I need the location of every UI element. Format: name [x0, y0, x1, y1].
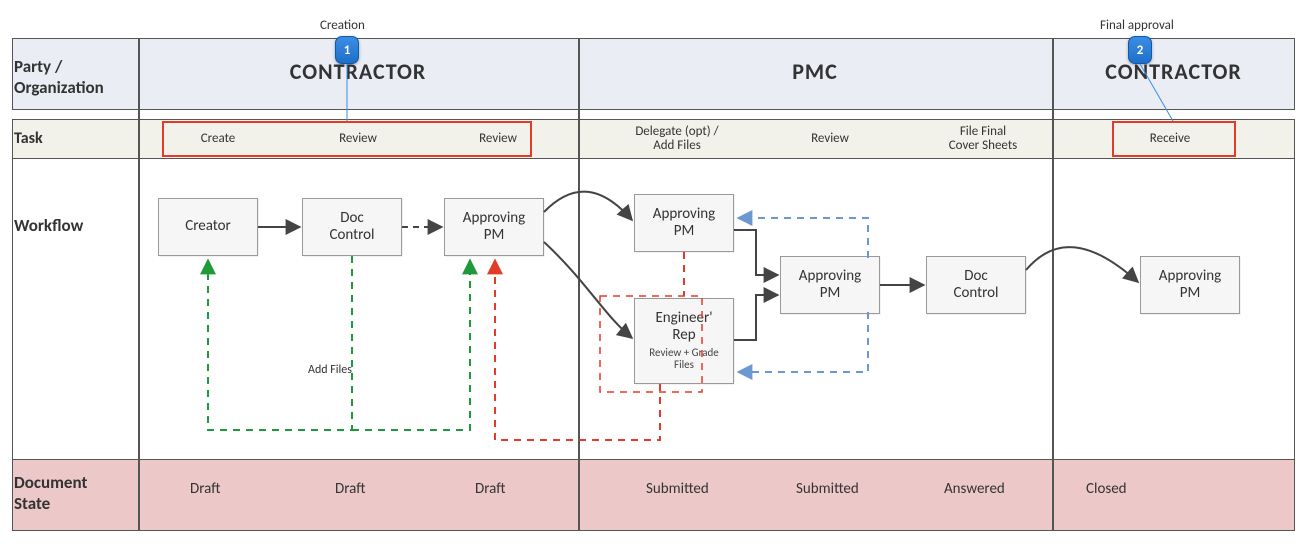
row-workflow-label: Workflow	[14, 215, 134, 236]
task-file-final-l1: File Final	[960, 125, 1006, 139]
docstate-draft-3: Draft	[475, 480, 505, 498]
row-party-label-l1: Party /	[14, 56, 62, 77]
task-review-3: Review	[770, 121, 890, 157]
task-delegate-l1: Delegate (opt) /	[635, 125, 718, 139]
docstate-submitted-2: Submitted	[796, 480, 859, 498]
highlight-contractor-tasks	[162, 121, 532, 157]
row-docstate-label-l2: State	[14, 493, 50, 514]
node-doc-control-1: Doc Control	[302, 198, 402, 256]
annotation-final-approval: Final approval	[1100, 18, 1174, 33]
node-creator-label: Creator	[185, 218, 231, 235]
badge-1: 1	[335, 36, 359, 64]
row-party-label: Party / Organization	[14, 56, 134, 98]
node-approving-pm-3: Approving PM	[780, 256, 880, 314]
colsep-contractor-pmc	[578, 38, 580, 531]
highlight-receive	[1112, 121, 1236, 157]
task-delegate: Delegate (opt) / Add Files	[612, 121, 742, 157]
annotation-creation: Creation	[320, 18, 365, 33]
node-approving-pm-2: Approving PM	[634, 194, 734, 252]
row-task-label: Task	[14, 129, 134, 148]
node-approving-pm-1: Approving PM	[444, 198, 544, 256]
badge-2: 2	[1128, 36, 1152, 64]
colsep-pmc-contractor2	[1052, 38, 1054, 531]
node-creator: Creator	[158, 198, 258, 256]
docstate-submitted-1: Submitted	[646, 480, 709, 498]
row-docstate-label-l1: Document	[14, 472, 87, 493]
docstate-closed: Closed	[1086, 480, 1127, 498]
task-delegate-l2: Add Files	[653, 139, 701, 153]
node-approving-pm-4: Approving PM	[1140, 256, 1240, 314]
node-engineer-rep-label: Engineer' Rep	[655, 310, 712, 345]
node-engineer-rep: Engineer' Rep Review + Grade Files	[634, 298, 734, 384]
docstate-draft-1: Draft	[190, 480, 220, 498]
row-docstate-label: Document State	[14, 472, 134, 514]
task-file-final: File Final Cover Sheets	[918, 121, 1048, 157]
row-party-label-l2: Organization	[14, 77, 104, 98]
node-engineer-rep-sub: Review + Grade Files	[649, 347, 719, 372]
party-contractor-1: CONTRACTOR	[138, 58, 578, 85]
docstate-answered: Answered	[944, 480, 1005, 498]
party-pmc: PMC	[578, 58, 1052, 85]
diagram-root: Party / Organization Task Workflow Docum…	[0, 0, 1306, 545]
label-add-files: Add Files	[308, 363, 352, 377]
party-contractor-2: CONTRACTOR	[1052, 58, 1295, 85]
task-file-final-l2: Cover Sheets	[949, 139, 1018, 153]
colsep-label-end	[138, 38, 140, 531]
docstate-draft-2: Draft	[335, 480, 365, 498]
node-doc-control-2: Doc Control	[926, 256, 1026, 314]
